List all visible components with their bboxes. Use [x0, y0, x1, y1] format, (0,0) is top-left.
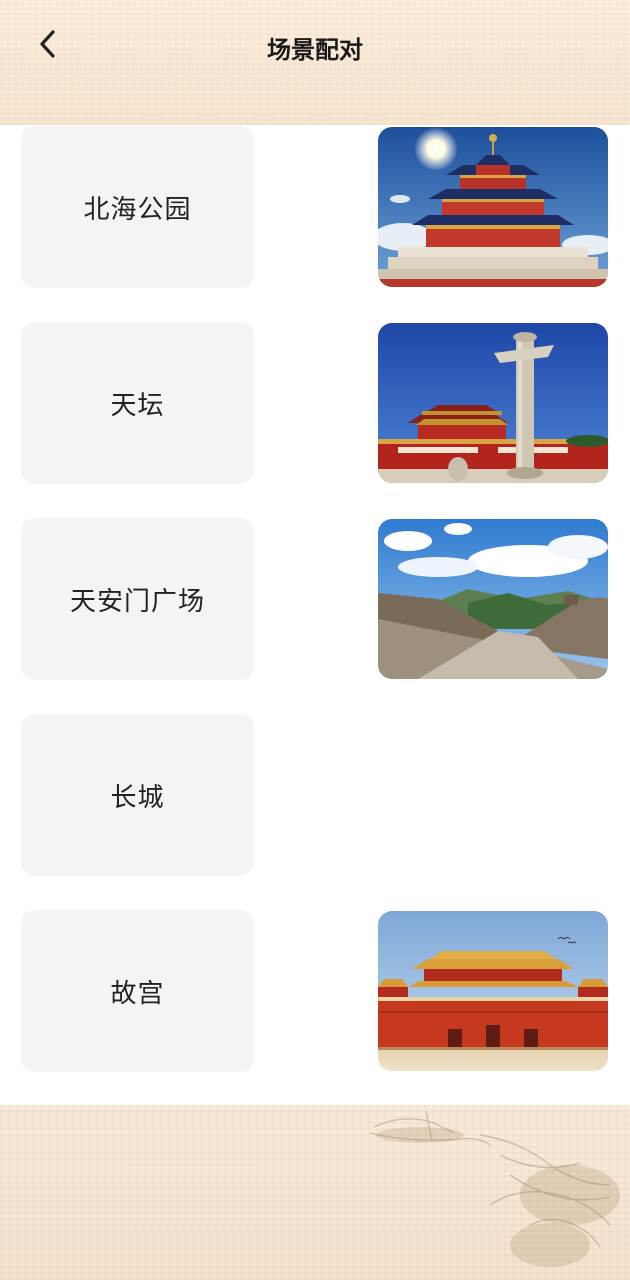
scene-card-label: 天安门广场 — [69, 586, 205, 617]
page-title: 场景配对 — [267, 36, 363, 64]
scene-card-label: 长城 — [110, 782, 165, 813]
scene-card-label: 北海公园 — [83, 194, 192, 225]
forbidden-city-meridian-gate-photo[interactable] — [378, 911, 608, 1071]
scene-card-forbidden-city[interactable]: 故宫 — [21, 910, 254, 1072]
tiananmen-huabiao-photo[interactable] — [378, 323, 608, 483]
matching-area: 北海公园 天坛 天安门广场 长城 故宫 — [0, 125, 630, 1105]
scene-card-temple-of-heaven[interactable]: 天坛 — [21, 322, 254, 484]
header-bar: 场景配对 — [0, 0, 630, 125]
scene-card-label: 天坛 — [110, 390, 165, 421]
scene-card-great-wall[interactable]: 长城 — [21, 714, 254, 876]
scene-card-label: 故宫 — [110, 978, 165, 1009]
temple-of-heaven-photo[interactable] — [378, 127, 608, 287]
great-wall-photo[interactable] — [378, 519, 608, 679]
scene-card-tiananmen-square[interactable]: 天安门广场 — [21, 518, 254, 680]
ink-painting-illustration — [369, 1110, 620, 1267]
scene-card-beihai-park[interactable]: 北海公园 — [21, 126, 254, 288]
footer-decoration — [0, 1105, 630, 1280]
